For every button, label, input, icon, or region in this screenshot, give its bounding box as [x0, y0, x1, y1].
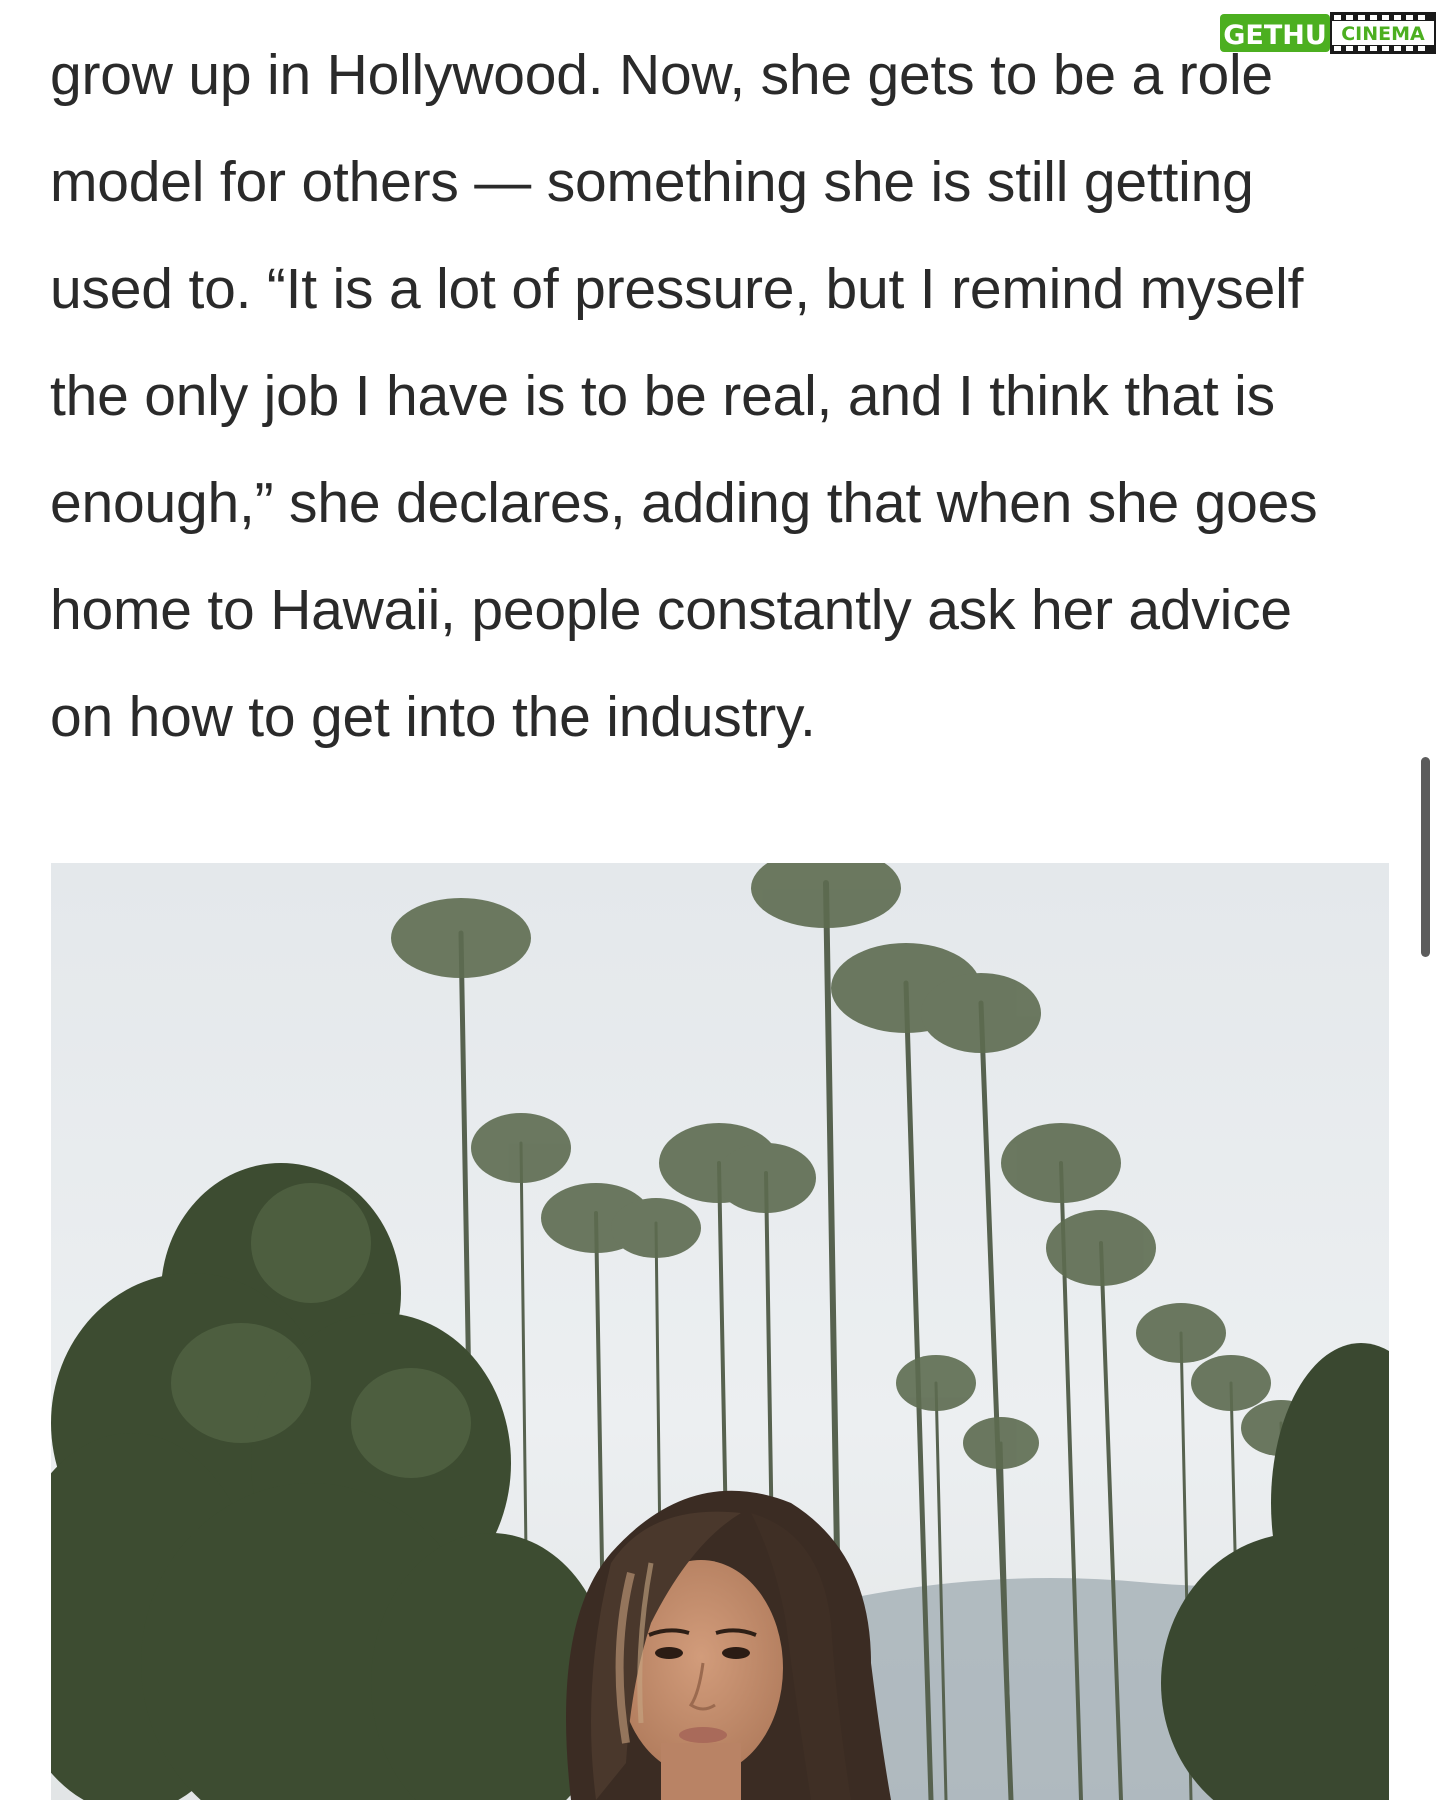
- article-line: enough,” she declares, adding that when …: [50, 471, 1318, 535]
- article-line: the only job I have is to be real, and I…: [50, 364, 1275, 428]
- watermark-text-primary: GETHU: [1223, 20, 1327, 51]
- watermark-text-secondary: CINEMA: [1341, 23, 1425, 45]
- portrait-photo: [51, 863, 1389, 1800]
- article-body: grow up in Hollywood. Now, she gets to b…: [50, 22, 1380, 771]
- article-line: on how to get into the industry.: [50, 685, 816, 749]
- film-camera-icon: GETHU CINEMA: [1220, 12, 1436, 54]
- article-line: model for others — something she is stil…: [50, 150, 1254, 214]
- scrollbar-thumb[interactable]: [1421, 757, 1430, 957]
- photo-illustration: [51, 863, 1389, 1800]
- article-line: home to Hawaii, people constantly ask he…: [50, 578, 1292, 642]
- watermark-logo: GETHU CINEMA: [1218, 8, 1438, 58]
- article-line: grow up in Hollywood. Now, she gets to b…: [50, 43, 1273, 107]
- article-line: used to. “It is a lot of pressure, but I…: [50, 257, 1304, 321]
